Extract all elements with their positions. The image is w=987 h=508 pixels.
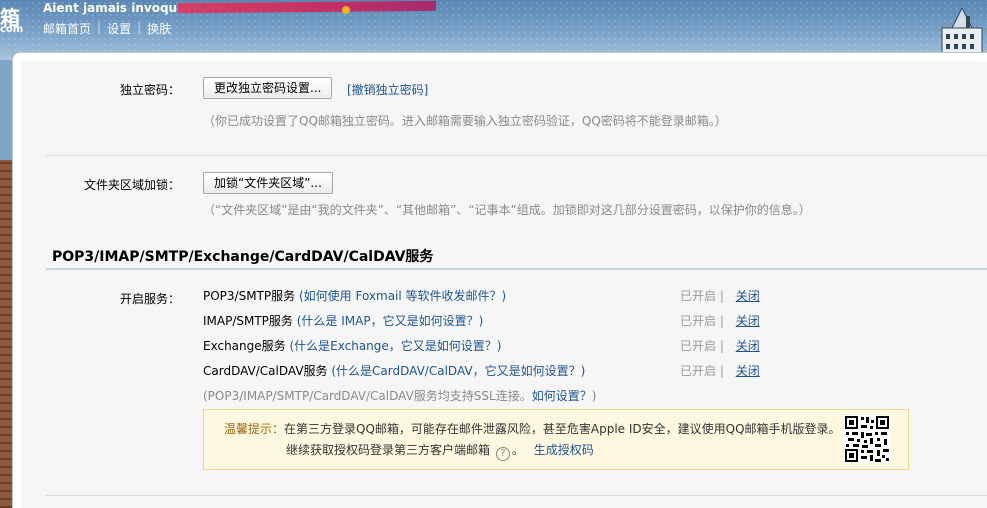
nav-skin[interactable]: 换肤 xyxy=(147,20,171,37)
bottom-divider xyxy=(46,495,987,496)
generate-auth-code-link[interactable]: 生成授权码 xyxy=(534,443,594,457)
tip-text: 在第三方登录QQ邮箱，可能存在邮件泄露风险，甚至危害Apple ID安全，建议使… xyxy=(284,422,841,436)
independent-password-label: 独立密码： xyxy=(119,83,180,97)
help-question-icon[interactable]: ? xyxy=(495,447,510,461)
status-text: 已开启 xyxy=(680,364,717,378)
nav-separator: | xyxy=(97,20,102,34)
service-help-link[interactable]: (什么是CardDAV/CalDAV，它又是如何设置？) xyxy=(331,364,585,378)
service-help-link[interactable]: (什么是Exchange，它又是如何设置？) xyxy=(289,339,501,353)
ssl-note-prefix: (POP3/IMAP/SMTP/CardDAV/CalDAV服务均支持SSL连接… xyxy=(203,389,532,403)
service-row-carddav: CardDAV/CalDAV服务 (什么是CardDAV/CalDAV，它又是如… xyxy=(203,362,585,379)
tip-line1: 温馨提示：在第三方登录QQ邮箱，可能存在邮件泄露风险，甚至危害Apple ID安… xyxy=(224,420,841,437)
header-banner: 箱 com Aient jamais invoqu 邮箱首页 | 设置 | 换肤 xyxy=(0,0,987,60)
logo-sub: com xyxy=(0,24,24,35)
service-row-pop3: POP3/SMTP服务 (如何使用 Foxmail 等软件收发邮件？) xyxy=(203,287,506,304)
tip-line2-mid: 。 xyxy=(511,443,524,457)
divider xyxy=(46,155,987,156)
service-row-imap: IMAP/SMTP服务 (什么是 IMAP，它又是如何设置？) xyxy=(203,312,483,329)
service-name: POP3/SMTP服务 xyxy=(203,289,296,303)
close-imap-button[interactable]: 关闭 xyxy=(736,314,760,328)
nav-settings[interactable]: 设置 xyxy=(107,20,131,37)
ssl-note-suffix: ) xyxy=(591,389,597,403)
service-name: IMAP/SMTP服务 xyxy=(203,314,293,328)
service-help-link[interactable]: (什么是 IMAP，它又是如何设置？) xyxy=(297,314,484,328)
tip-line2: 继续获取授权码登录第三方客户端邮箱 ?。 生成授权码 xyxy=(286,441,594,461)
ssl-howto-link[interactable]: 如何设置？ xyxy=(532,389,592,403)
redaction-dot xyxy=(342,6,350,14)
top-nav: 邮箱首页 | 设置 | 换肤 xyxy=(43,20,171,37)
service-help-link[interactable]: (如何使用 Foxmail 等软件收发邮件？) xyxy=(299,289,506,303)
nav-mail-home[interactable]: 邮箱首页 xyxy=(43,20,91,37)
service-name: CardDAV/CalDAV服务 xyxy=(203,364,328,378)
revoke-independent-password-link[interactable]: [撤销独立密码] xyxy=(347,81,428,98)
independent-password-hint: （你已成功设置了QQ邮箱独立密码。进入邮箱需要输入独立密码验证，QQ密码将不能登… xyxy=(203,114,727,128)
status-separator: | xyxy=(719,314,724,328)
nav-separator: | xyxy=(137,20,142,34)
status-separator: | xyxy=(719,364,724,378)
service-status-carddav: 已开启 | 关闭 xyxy=(680,362,760,379)
lock-folder-area-button[interactable]: 加锁“文件夹区域”... xyxy=(203,172,333,194)
folder-lock-label: 文件夹区域加锁： xyxy=(83,178,180,192)
account-name: Aient jamais invoqu xyxy=(43,1,178,15)
service-status-pop3: 已开启 | 关闭 xyxy=(680,287,760,304)
close-carddav-button[interactable]: 关闭 xyxy=(736,364,760,378)
close-pop3-button[interactable]: 关闭 xyxy=(736,289,760,303)
tip-label: 温馨提示： xyxy=(224,422,285,436)
status-text: 已开启 xyxy=(680,289,717,303)
services-section-title: POP3/IMAP/SMTP/Exchange/CardDAV/CalDAV服务 xyxy=(52,249,434,265)
service-status-imap: 已开启 | 关闭 xyxy=(680,312,760,329)
status-separator: | xyxy=(719,339,724,353)
section-divider xyxy=(46,268,987,270)
tip-line2-text: 继续获取授权码登录第三方客户端邮箱 xyxy=(286,443,491,457)
close-exchange-button[interactable]: 关闭 xyxy=(736,339,760,353)
status-text: 已开启 xyxy=(680,314,717,328)
change-independent-password-button[interactable]: 更改独立密码设置... xyxy=(203,77,333,99)
enable-services-label: 开启服务： xyxy=(119,292,180,306)
status-text: 已开启 xyxy=(680,339,717,353)
service-status-exchange: 已开启 | 关闭 xyxy=(680,337,760,354)
ssl-note: (POP3/IMAP/SMTP/CardDAV/CalDAV服务均支持SSL连接… xyxy=(203,387,596,404)
folder-lock-hint: （“文件夹区域”是由“我的文件夹”、“其他邮箱”、“记事本”组成。加锁即对这几部… xyxy=(203,203,811,217)
status-separator: | xyxy=(719,289,724,303)
warm-tip-box: 温馨提示：在第三方登录QQ邮箱，可能存在邮件泄露风险，甚至危害Apple ID安… xyxy=(203,409,909,470)
service-row-exchange: Exchange服务 (什么是Exchange，它又是如何设置？) xyxy=(203,337,501,354)
service-name: Exchange服务 xyxy=(203,339,286,353)
left-decoration-top xyxy=(0,60,12,160)
qr-code-icon xyxy=(844,415,890,463)
